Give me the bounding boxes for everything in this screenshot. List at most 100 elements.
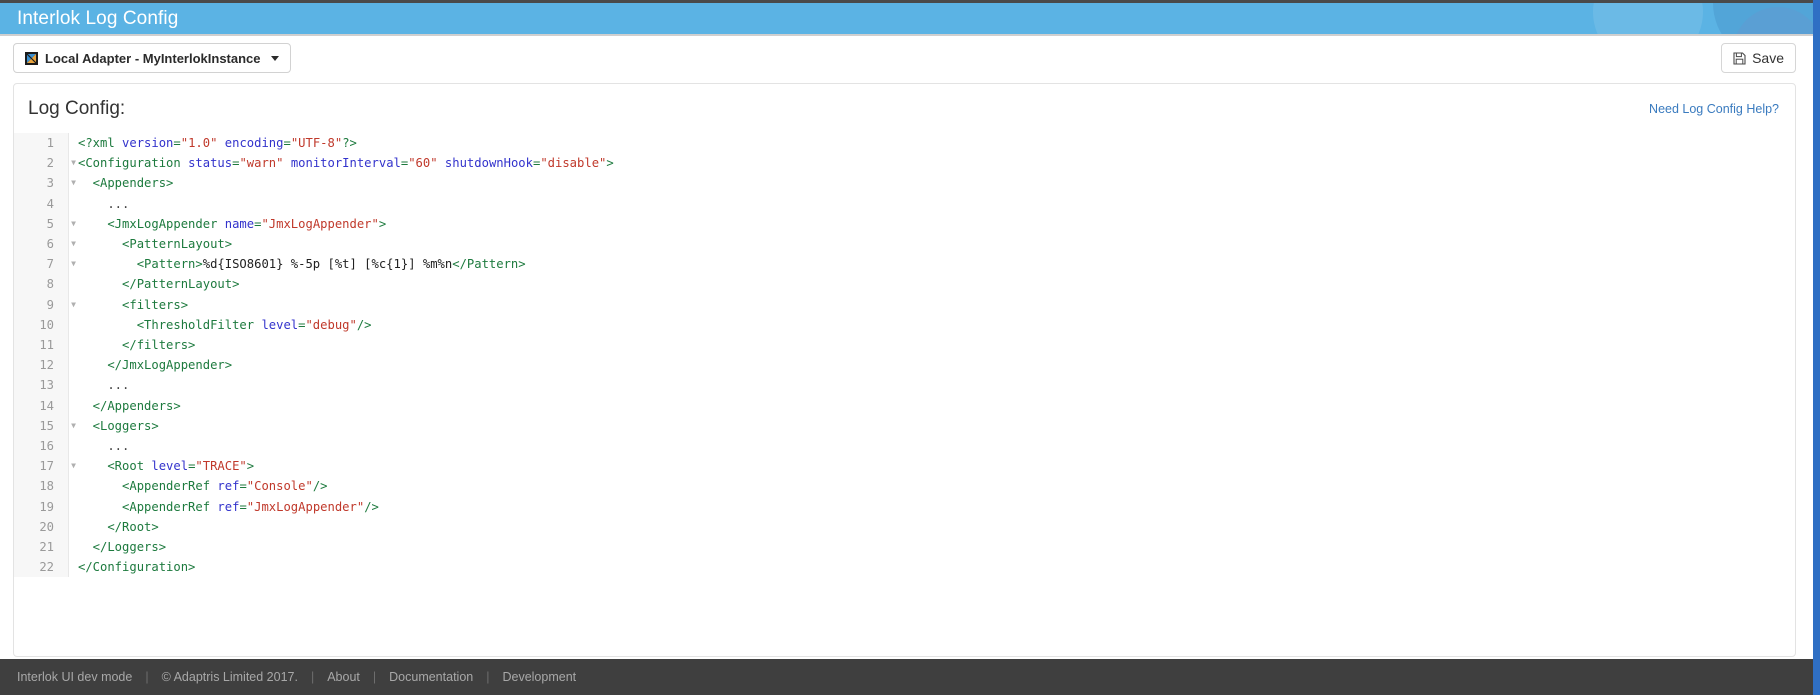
code-token-attr: status	[188, 156, 233, 171]
code-token-dots: ...	[78, 439, 130, 454]
code-line-row[interactable]: 14 </Appenders>	[14, 395, 1795, 416]
adapter-selector-button[interactable]: Local Adapter - MyInterlokInstance	[13, 43, 291, 73]
footer-link-about[interactable]: About	[327, 670, 360, 684]
line-number-gutter: 13	[14, 375, 69, 396]
code-token-tag: <PatternLayout>	[78, 237, 233, 252]
code-line-row[interactable]: 3 ▼ <Appenders>	[14, 173, 1795, 194]
code-line-content[interactable]: </filters>	[69, 335, 1795, 355]
fold-toggle-icon[interactable]: ▼	[68, 416, 79, 436]
code-token-attr: level	[151, 459, 189, 474]
line-number-gutter: 1	[14, 133, 69, 154]
code-line-row[interactable]: 4 ...	[14, 193, 1795, 214]
code-line-content[interactable]: ...	[69, 375, 1795, 395]
line-number-gutter: 2 ▼	[14, 153, 76, 174]
app-title: Interlok Log Config	[17, 8, 179, 29]
code-token-punct: ?>	[342, 136, 357, 150]
code-line-content[interactable]: ...	[69, 436, 1795, 456]
fold-toggle-icon[interactable]: ▼	[68, 153, 79, 173]
code-editor[interactable]: 1 <?xml version="1.0" encoding="UTF-8"?> 2…	[14, 133, 1795, 578]
code-line-content[interactable]: </Appenders>	[69, 396, 1795, 416]
code-line-content[interactable]: </Loggers>	[69, 537, 1795, 557]
code-token-tag: />	[356, 317, 372, 332]
code-line-row[interactable]: 21 </Loggers>	[14, 537, 1795, 558]
line-number-gutter: 4	[14, 193, 69, 214]
code-token-dots: ...	[78, 378, 130, 393]
line-number: 20	[14, 516, 58, 538]
code-line-row[interactable]: 20 </Root>	[14, 516, 1795, 538]
code-line-content[interactable]: </Root>	[69, 517, 1795, 537]
chevron-down-icon	[270, 55, 279, 61]
footer-link-documentation[interactable]: Documentation	[389, 670, 473, 684]
fold-toggle-icon[interactable]: ▼	[68, 214, 79, 234]
adapter-selector-label: Local Adapter - MyInterlokInstance	[45, 50, 261, 66]
code-token-punct	[217, 136, 224, 150]
footer-separator: |	[486, 670, 490, 684]
code-line-row[interactable]: 15 ▼ <Loggers>	[14, 415, 1795, 437]
code-token-tag: <Appenders>	[78, 176, 174, 191]
code-line-content[interactable]: <Root level="TRACE">	[69, 456, 1795, 476]
code-line-content[interactable]: <JmxLogAppender name="JmxLogAppender">	[69, 214, 1795, 234]
code-line-row[interactable]: 2 ▼ <Configuration status="warn" monitorIn…	[14, 153, 1795, 174]
help-link[interactable]: Need Log Config Help?	[1649, 102, 1779, 116]
code-token-str: "JmxLogAppender"	[246, 499, 365, 514]
code-line-row[interactable]: 17 ▼ <Root level="TRACE">	[14, 456, 1795, 477]
code-line-row[interactable]: 22 </Configuration>	[14, 557, 1795, 578]
footer-separator: |	[372, 670, 377, 684]
code-line-content[interactable]: </JmxLogAppender>	[69, 355, 1795, 375]
code-line-row[interactable]: 7 ▼ <Pattern>%d{ISO8601} %-5p [%t] [%c{1}…	[14, 254, 1795, 275]
code-line-row[interactable]: 16 ...	[14, 436, 1795, 457]
code-line-row[interactable]: 19 <AppenderRef ref="JmxLogAppender"/>	[14, 496, 1795, 517]
fold-toggle-icon[interactable]: ▼	[68, 234, 79, 254]
code-line-row[interactable]: 12 </JmxLogAppender>	[14, 355, 1795, 376]
code-token-punct: <?xml	[78, 136, 123, 150]
line-number: 9	[14, 294, 58, 315]
code-line-content[interactable]: <Appenders>	[69, 173, 1795, 193]
code-line-row[interactable]: 1 <?xml version="1.0" encoding="UTF-8"?>	[14, 133, 1795, 154]
line-number: 6	[14, 234, 58, 255]
fold-toggle-icon[interactable]: ▼	[68, 254, 79, 274]
save-button-label: Save	[1752, 50, 1784, 66]
code-line-row[interactable]: 6 ▼ <PatternLayout>	[14, 234, 1795, 255]
code-token-tag: </Loggers>	[78, 540, 167, 555]
page-root: Interlok Log Config Local Adapter - MyIn…	[0, 0, 1820, 695]
code-token-tag: </Appenders>	[78, 398, 181, 413]
footer-link-development[interactable]: Development	[502, 670, 576, 684]
code-line-content[interactable]: <filters>	[69, 295, 1795, 315]
code-token-punct	[283, 156, 290, 170]
code-token-tag: <AppenderRef	[78, 479, 218, 494]
code-line-content[interactable]: ...	[69, 194, 1795, 214]
line-number-gutter: 18	[14, 476, 69, 497]
code-line-content[interactable]: </PatternLayout>	[69, 274, 1795, 294]
code-token-tag: </JmxLogAppender>	[78, 358, 233, 373]
code-line-content[interactable]: <PatternLayout>	[69, 234, 1795, 254]
code-line-row[interactable]: 8 </PatternLayout>	[14, 274, 1795, 295]
code-token-tag: <JmxLogAppender	[78, 216, 225, 231]
code-line-content[interactable]: <Configuration status="warn" monitorInte…	[69, 153, 1795, 173]
line-number-gutter: 10	[14, 314, 69, 336]
code-token-str: "Console"	[246, 479, 313, 494]
code-line-content[interactable]: <AppenderRef ref="JmxLogAppender"/>	[69, 497, 1795, 517]
fold-toggle-icon[interactable]: ▼	[68, 173, 79, 193]
code-line-content[interactable]: <?xml version="1.0" encoding="UTF-8"?>	[69, 133, 1795, 153]
line-number-gutter: 8	[14, 274, 69, 295]
code-line-content[interactable]: <AppenderRef ref="Console"/>	[69, 476, 1795, 496]
code-token-tag: />	[312, 479, 328, 494]
code-line-row[interactable]: 18 <AppenderRef ref="Console"/>	[14, 476, 1795, 497]
code-token-punct: =	[283, 136, 291, 150]
code-line-content[interactable]: </Configuration>	[69, 557, 1795, 577]
save-button[interactable]: Save	[1721, 43, 1796, 73]
code-token-attr: shutdownHook	[444, 156, 533, 171]
code-line-content[interactable]: <ThresholdFilter level="debug"/>	[69, 315, 1795, 335]
code-line-content[interactable]: <Loggers>	[69, 416, 1795, 436]
code-line-row[interactable]: 13 ...	[14, 375, 1795, 396]
code-line-row[interactable]: 11 </filters>	[14, 335, 1795, 356]
line-number-gutter: 6 ▼	[14, 234, 76, 255]
fold-toggle-icon[interactable]: ▼	[68, 456, 79, 476]
code-line-row[interactable]: 5 ▼ <JmxLogAppender name="JmxLogAppender"…	[14, 213, 1795, 235]
code-line-row[interactable]: 10 <ThresholdFilter level="debug"/>	[14, 314, 1795, 336]
line-number-gutter: 20	[14, 516, 69, 538]
code-line-row[interactable]: 9 ▼ <filters>	[14, 294, 1795, 315]
code-line-content[interactable]: <Pattern>%d{ISO8601} %-5p [%t] [%c{1}] %…	[69, 254, 1795, 274]
fold-toggle-icon[interactable]: ▼	[68, 295, 79, 315]
code-token-punct: =	[239, 479, 247, 494]
